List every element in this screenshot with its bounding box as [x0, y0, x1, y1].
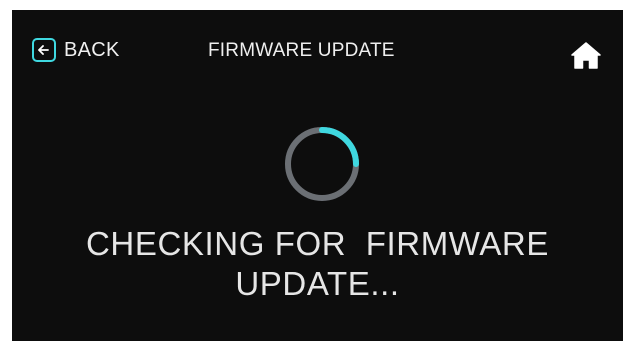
firmware-update-screen: BACK FIRMWARE UPDATE CHECKING FOR FIRMWA… — [12, 10, 623, 341]
back-label: BACK — [64, 38, 120, 61]
page-title: FIRMWARE UPDATE — [208, 40, 395, 61]
arrow-left-icon — [32, 38, 56, 62]
spinner-progress-arc — [319, 127, 359, 167]
back-button[interactable]: BACK — [32, 38, 120, 62]
home-button[interactable] — [570, 40, 602, 70]
home-icon — [571, 42, 601, 69]
loading-spinner — [285, 127, 359, 201]
status-line-1: CHECKING FOR FIRMWARE — [86, 225, 549, 262]
status-message: CHECKING FOR FIRMWARE UPDATE... — [12, 224, 623, 304]
status-line-2: UPDATE... — [235, 265, 400, 302]
